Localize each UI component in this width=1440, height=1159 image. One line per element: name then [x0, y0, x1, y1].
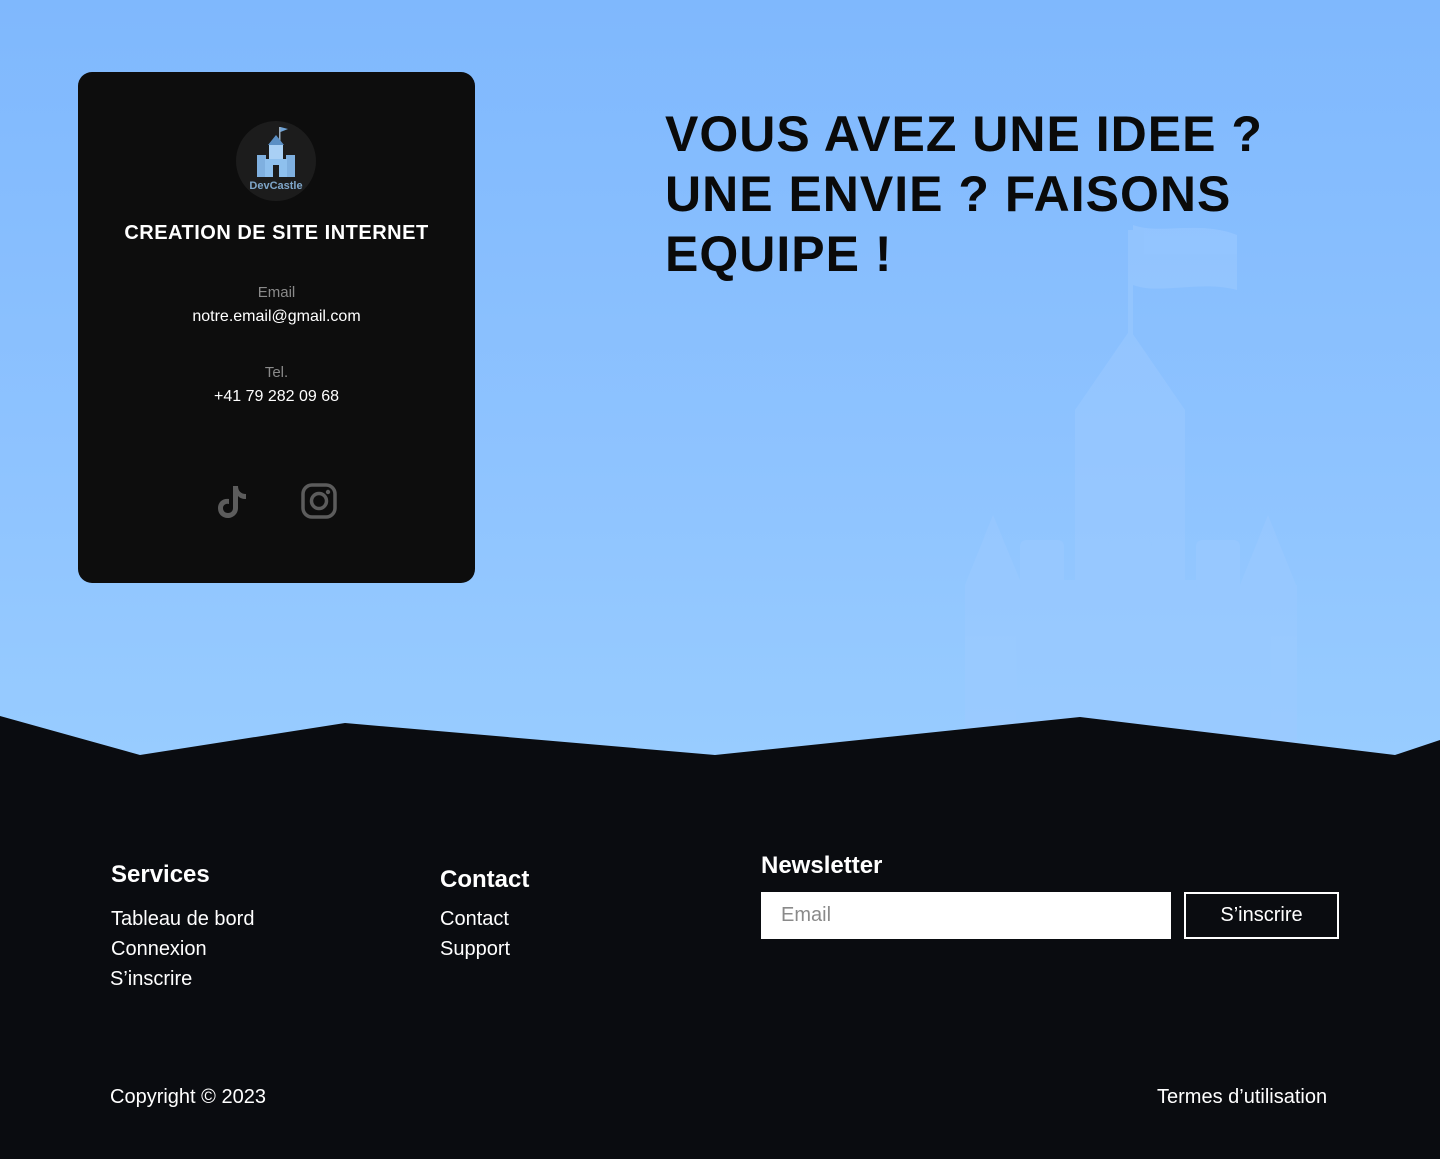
link-support[interactable]: Support: [440, 938, 510, 961]
headline-line-1: VOUS AVEZ UNE IDEE ?: [665, 106, 1263, 162]
copyright: Copyright © 2023: [110, 1086, 266, 1108]
contact-title: Contact: [440, 866, 530, 893]
email-label: Email: [257, 284, 296, 301]
link-tableau-de-bord[interactable]: Tableau de bord: [111, 908, 254, 931]
link-terms[interactable]: Termes d’utilisation: [1157, 1086, 1327, 1109]
castle-illustration: [965, 225, 1297, 760]
services-title: Services: [111, 861, 210, 888]
instagram-icon[interactable]: [298, 480, 340, 522]
newsletter-email-input[interactable]: [761, 892, 1171, 939]
tiktok-icon[interactable]: [211, 480, 253, 522]
devcastle-logo: DevCastle: [236, 121, 316, 201]
headline-line-2: UNE ENVIE ? FAISONS: [665, 166, 1232, 222]
hero-headline: VOUS AVEZ UNE IDEE ? UNE ENVIE ? FAISONS…: [665, 104, 1365, 284]
tel-value[interactable]: +41 79 282 09 68: [78, 388, 475, 406]
card-title: CREATION DE SITE INTERNET: [124, 222, 429, 244]
castle-logo-icon: [257, 127, 295, 177]
email-value[interactable]: notre.email@gmail.com: [78, 308, 475, 326]
footer: Services Tableau de bord Connexion S’ins…: [0, 760, 1440, 1159]
headline-line-3: EQUIPE !: [665, 226, 893, 282]
hero-section: DevCastle CREATION DE SITE INTERNET Emai…: [0, 0, 1440, 760]
link-connexion[interactable]: Connexion: [111, 938, 207, 961]
logo-text: DevCastle: [249, 180, 303, 192]
link-sinscrire[interactable]: S’inscrire: [110, 968, 192, 991]
newsletter-subscribe-button[interactable]: S’inscrire: [1184, 892, 1339, 939]
link-contact[interactable]: Contact: [440, 908, 509, 931]
tel-label: Tel.: [264, 364, 289, 381]
newsletter-title: Newsletter: [761, 852, 883, 879]
contact-card: DevCastle CREATION DE SITE INTERNET Emai…: [78, 72, 475, 583]
